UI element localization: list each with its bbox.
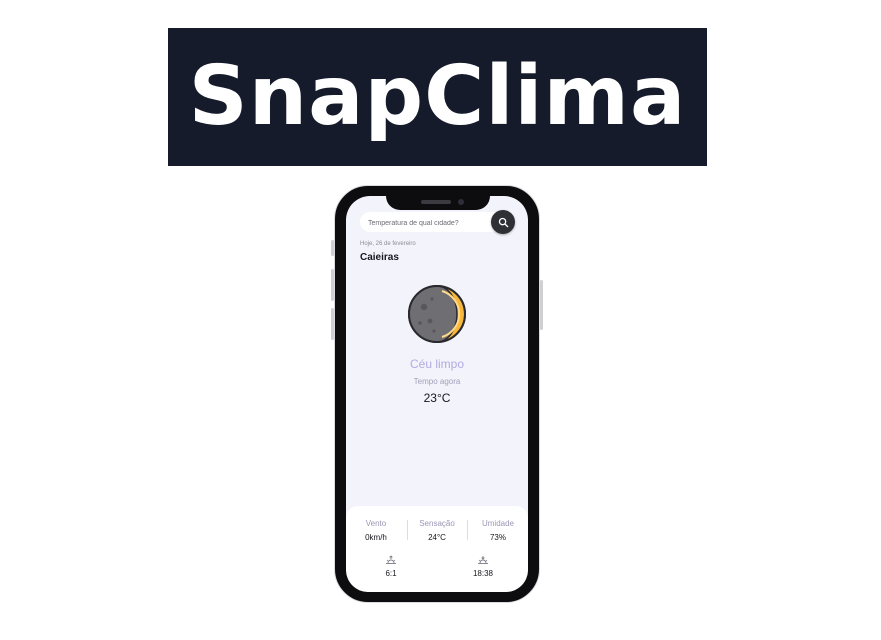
wind-stat: Vento 0km/h [346,519,406,542]
search-icon [498,217,508,227]
current-date: Hoje, 26 de fevereiro [360,241,416,247]
search-input[interactable] [360,213,500,234]
humidity-label: Umidade [481,519,514,528]
moon-icon [408,285,466,343]
app-banner: SnapClima [168,28,707,166]
sunrise-icon [386,555,396,564]
phone-speaker [421,200,451,204]
humidity-stat: Umidade 73% [468,519,528,542]
sunrise-time: 6:1 [385,569,397,578]
phone-notch [386,186,490,210]
feels-like-stat: Sensação 24°C [407,519,467,542]
current-time-label: Tempo agora [413,377,461,386]
wind-value: 0km/h [365,533,387,542]
weather-condition: Céu limpo [409,357,465,371]
feels-like-value: 24°C [428,533,446,542]
sunset-icon [478,556,488,564]
search-bar [360,212,506,234]
city-name: Caieiras [360,252,399,263]
feels-like-label: Sensação [419,519,455,528]
app-title: SnapClima [188,49,687,144]
wind-label: Vento [365,519,387,528]
phone-camera [458,199,464,205]
phone-power-button [540,280,543,330]
sunrise-stat: 6:1 [371,555,411,578]
sunset-stat: 18:38 [463,555,503,578]
sunset-time: 18:38 [472,569,494,578]
humidity-value: 73% [489,533,506,542]
current-temperature: 23°C [423,391,451,405]
search-button[interactable] [491,210,515,234]
